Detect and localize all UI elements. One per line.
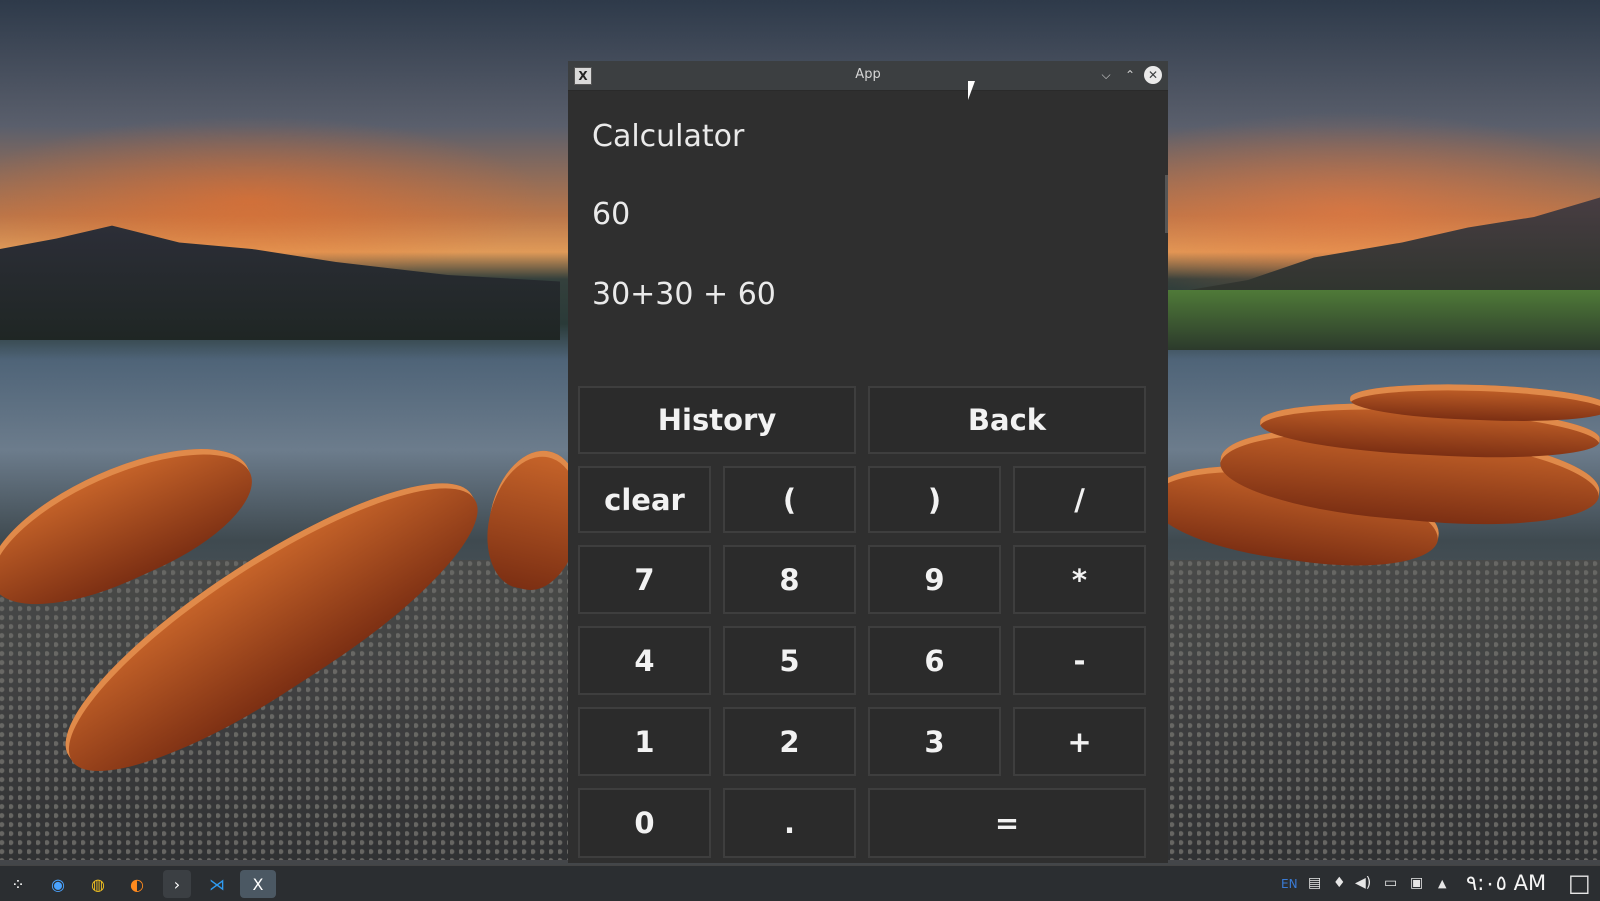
battery-icon[interactable]: ▭ — [1384, 875, 1397, 891]
keyboard-language[interactable]: EN — [1281, 877, 1298, 891]
multiply-button[interactable]: * — [1013, 545, 1146, 614]
digit-1-button[interactable]: 1 — [578, 707, 711, 776]
browser-icon[interactable]: ◉ — [44, 870, 72, 898]
digit-2-button[interactable]: 2 — [723, 707, 856, 776]
expression-display: 30+30 + 60 — [592, 277, 776, 312]
plus-button[interactable]: + — [1013, 707, 1146, 776]
digit-3-button[interactable]: 3 — [868, 707, 1001, 776]
digit-6-button[interactable]: 6 — [868, 626, 1001, 695]
clipboard-icon[interactable]: ▤ — [1308, 875, 1321, 891]
digit-5-button[interactable]: 5 — [723, 626, 856, 695]
bulb-icon[interactable]: ♦ — [1333, 875, 1346, 891]
digit-0-button[interactable]: 0 — [578, 788, 711, 858]
chrome-icon[interactable]: ◍ — [84, 870, 112, 898]
window-title: App — [855, 67, 881, 82]
maximize-button[interactable]: ⌃ — [1121, 66, 1139, 84]
active-app-icon[interactable]: X — [240, 870, 276, 898]
background-mountain-left — [0, 225, 560, 340]
history-button[interactable]: History — [578, 386, 856, 454]
calculator-window: X App ⌵ ⌃ ✕ Calculator 60 30+30 + 60 His… — [568, 61, 1168, 863]
result-display: 60 — [592, 197, 631, 232]
digit-8-button[interactable]: 8 — [723, 545, 856, 614]
vscode-icon[interactable]: ⋊ — [203, 870, 231, 898]
digit-4-button[interactable]: 4 — [578, 626, 711, 695]
app-launcher-icon[interactable]: ⁘ — [4, 870, 32, 898]
divide-button[interactable]: / — [1013, 466, 1146, 533]
network-icon[interactable]: ▣ — [1410, 875, 1423, 891]
show-desktop-icon[interactable]: □ — [1568, 869, 1591, 897]
clear-button[interactable]: clear — [578, 466, 711, 533]
page-title: Calculator — [592, 119, 745, 154]
volume-icon[interactable]: ◀) — [1355, 875, 1371, 891]
decimal-button[interactable]: . — [723, 788, 856, 858]
clock[interactable]: ٩:٠٥ AM — [1466, 871, 1546, 895]
tray-expand-icon[interactable]: ▲ — [1438, 877, 1446, 890]
digit-7-button[interactable]: 7 — [578, 545, 711, 614]
minus-button[interactable]: - — [1013, 626, 1146, 695]
close-button[interactable]: ✕ — [1144, 66, 1162, 84]
background-field — [1160, 290, 1600, 350]
minimize-button[interactable]: ⌵ — [1097, 66, 1115, 84]
close-paren-button[interactable]: ) — [868, 466, 1001, 533]
calculator-content: Calculator 60 30+30 + 60 — [568, 119, 1168, 329]
terminal-icon[interactable]: › — [163, 870, 191, 898]
back-button[interactable]: Back — [868, 386, 1146, 454]
taskbar: ⁘ ◉ ◍ ◐ › ⋊ X EN ▤ ♦ ◀) ▭ ▣ ▲ ٩:٠٥ AM □ — [0, 865, 1600, 901]
digit-9-button[interactable]: 9 — [868, 545, 1001, 614]
equals-button[interactable]: = — [868, 788, 1146, 858]
firefox-icon[interactable]: ◐ — [123, 870, 151, 898]
mouse-cursor-icon — [968, 81, 975, 100]
window-titlebar[interactable]: X App ⌵ ⌃ ✕ — [568, 61, 1168, 91]
open-paren-button[interactable]: ( — [723, 466, 856, 533]
scrollbar-thumb[interactable] — [1165, 175, 1168, 233]
